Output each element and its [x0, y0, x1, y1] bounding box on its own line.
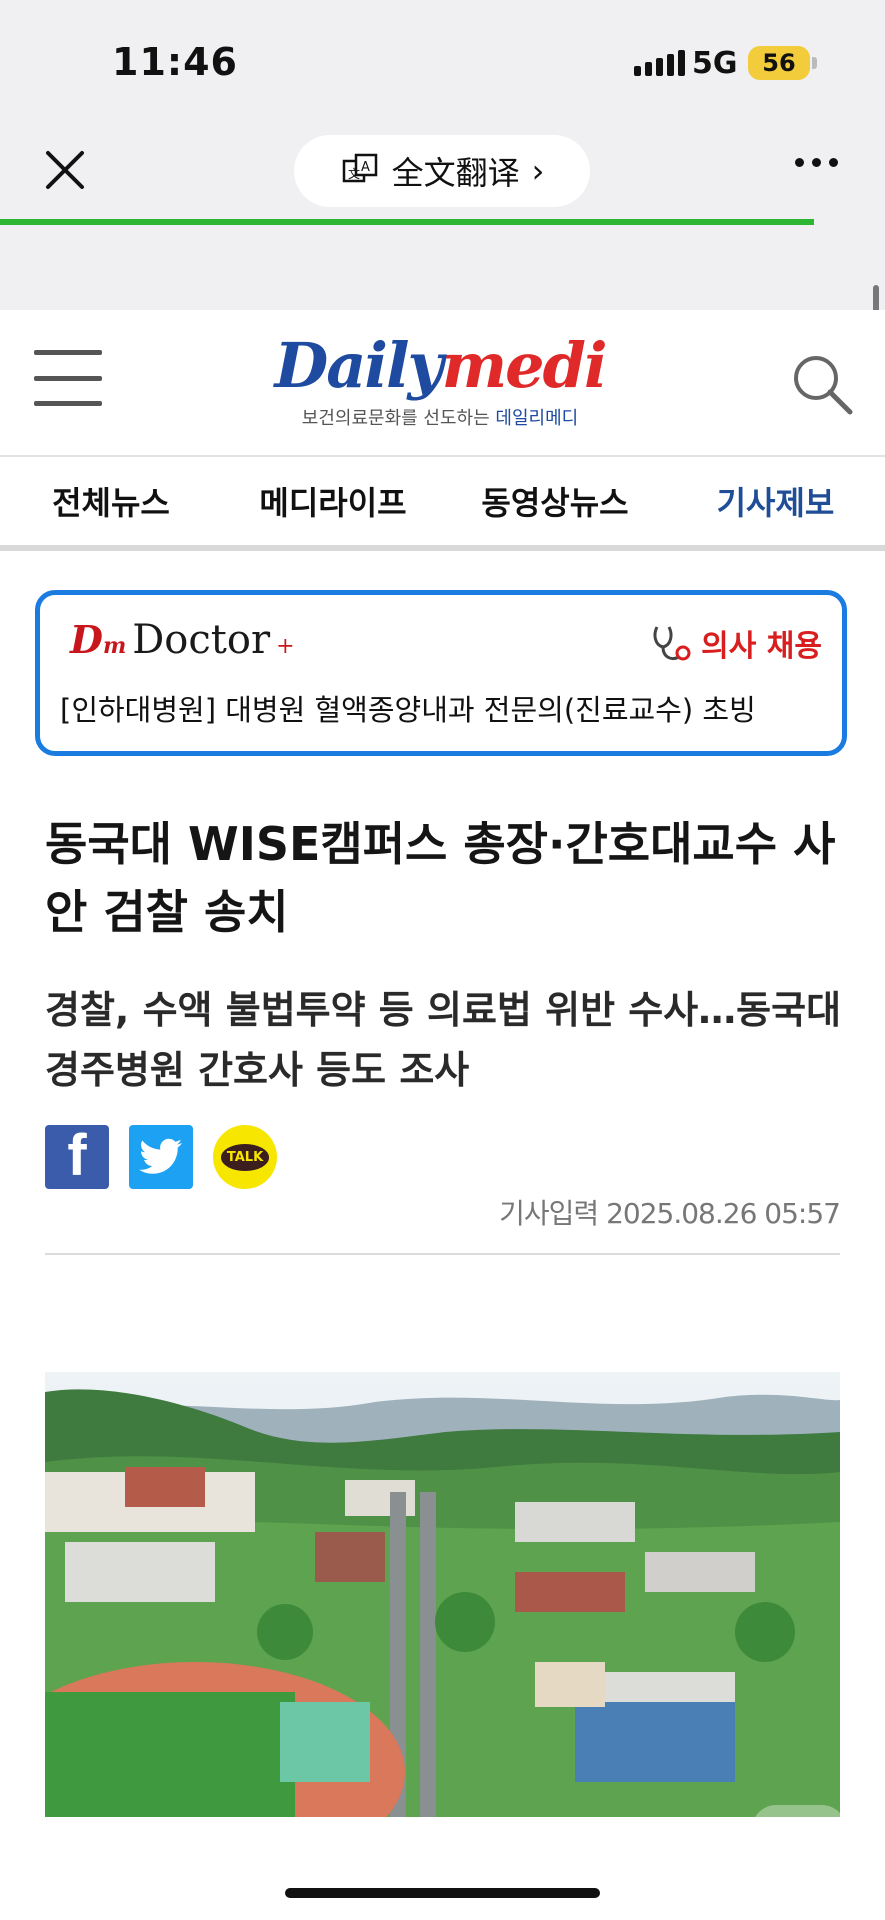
facebook-share-button[interactable]: f [45, 1123, 109, 1189]
battery-indicator: 56 [748, 46, 810, 80]
nav-item-news-tip[interactable]: 기사제보 [666, 478, 885, 524]
close-icon[interactable] [40, 145, 90, 195]
hire-badge: 의사 채용 [649, 621, 822, 665]
logo-doctor-text: Doctor [132, 617, 271, 663]
category-nav: 전체뉴스 메디라이프 동영상뉴스 기사제보 [0, 457, 885, 551]
kakaotalk-icon: TALK [220, 1143, 270, 1171]
hire-label: 의사 채용 [701, 629, 822, 664]
logo-tagline: 보건의료문화를 선도하는 데일리메디 [240, 404, 640, 430]
page-load-progress [0, 219, 815, 225]
doctor-recruit-ad[interactable]: Dm Doctor + 의사 채용 [인하대병원] 대병원 혈액종양내과 전문의(… [35, 590, 847, 756]
tagline-prefix: 보건의료문화를 선도하는 [301, 408, 490, 429]
chevron-right-icon: › [531, 152, 545, 190]
status-time: 11:46 [112, 40, 238, 84]
more-options-icon[interactable] [795, 158, 838, 167]
ad-text: [인하대병원] 대병원 혈액종양내과 전문의(진료교수) 초빙 [60, 693, 756, 727]
search-icon[interactable] [790, 352, 854, 416]
doctor-logo: Dm Doctor + [70, 617, 295, 663]
svg-text:A: A [361, 160, 370, 175]
watermark-badge [752, 1805, 846, 1853]
svg-text:文: 文 [348, 166, 360, 181]
signal-icon [634, 50, 685, 76]
logo-dm-sub: m [102, 633, 127, 659]
browser-chrome: 11:46 5G 56 A 文 全文翻译 › [0, 0, 885, 310]
facebook-icon: f [67, 1123, 87, 1188]
twitter-share-button[interactable] [129, 1125, 193, 1189]
logo-daily: Daily [274, 329, 443, 402]
logo-dm: D [70, 617, 103, 662]
site-logo[interactable]: Dailymedi 보건의료문화를 선도하는 데일리메디 [240, 330, 640, 430]
share-bar: f TALK [45, 1123, 277, 1189]
twitter-bird-icon [139, 1138, 182, 1174]
nav-item-video-news[interactable]: 동영상뉴스 [444, 478, 666, 524]
divider [45, 1253, 840, 1255]
translate-button[interactable]: A 文 全文翻译 › [294, 135, 590, 207]
article-headline: 동국대 WISE캠퍼스 총장·간호대교수 사안 검찰 송치 [45, 817, 836, 939]
battery-tip [812, 57, 817, 69]
stethoscope-icon [653, 626, 691, 661]
translate-icon: A 文 [342, 153, 377, 183]
nav-item-medilife[interactable]: 메디라이프 [222, 478, 444, 524]
campus-aerial-image [45, 1372, 840, 1817]
logo-plus: + [276, 634, 295, 659]
watermark: 我的小红书号：427624324 [560, 1868, 840, 1893]
logo-medi: medi [441, 329, 608, 402]
article-photo[interactable] [45, 1372, 840, 1817]
kakaotalk-share-button[interactable]: TALK [213, 1125, 277, 1189]
nav-item-all-news[interactable]: 전체뉴스 [0, 478, 222, 524]
menu-icon[interactable] [34, 350, 102, 406]
article-subhead: 경찰, 수액 불법투약 등 의료법 위반 수사…동국대경주병원 간호사 등도 조… [45, 988, 842, 1092]
site-header: Dailymedi 보건의료문화를 선도하는 데일리메디 [0, 310, 885, 457]
translate-label: 全文翻译 [391, 154, 520, 192]
network-type: 5G [692, 46, 738, 81]
article-date: 기사입력 2025.08.26 05:57 [499, 1197, 841, 1230]
home-indicator[interactable] [285, 1888, 600, 1898]
tagline-brand: 데일리메디 [495, 408, 579, 429]
